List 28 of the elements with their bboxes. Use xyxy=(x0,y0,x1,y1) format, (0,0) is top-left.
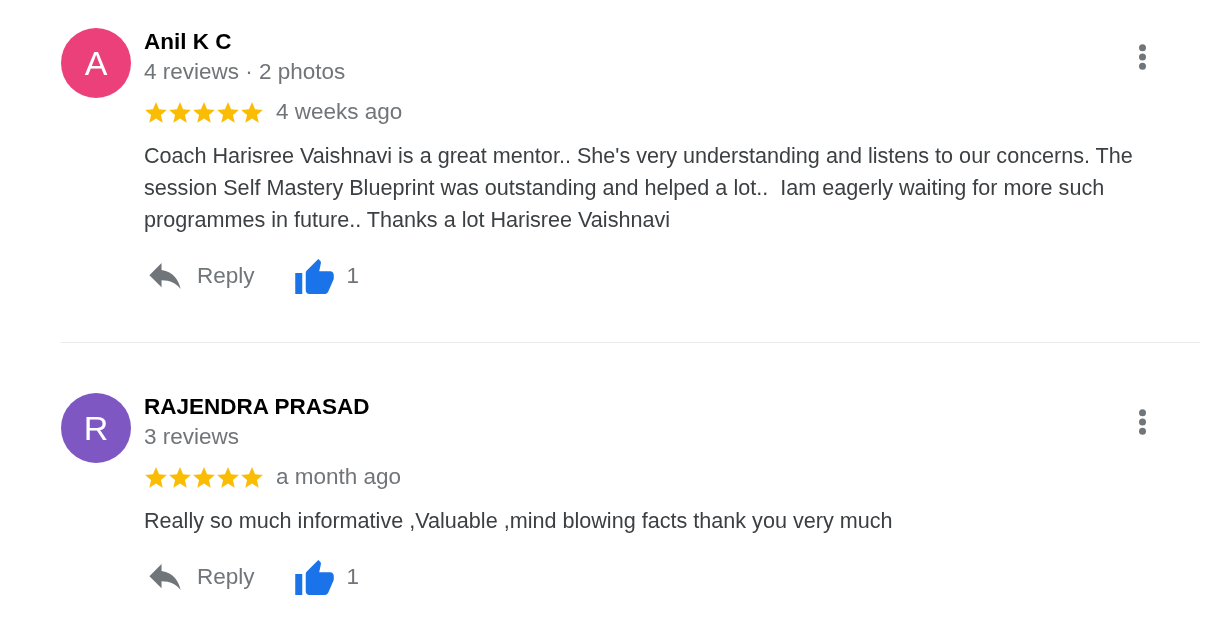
star-icon xyxy=(217,466,239,488)
star-icon xyxy=(145,101,167,123)
review-text: Really so much informative ,Valuable ,mind blowing facts thank you very much xyxy=(144,507,894,535)
like-button[interactable]: 1 xyxy=(294,559,360,595)
star-icon xyxy=(217,101,239,123)
star-icon xyxy=(193,101,215,123)
reply-arrow-icon xyxy=(149,263,181,289)
reviewer-name[interactable]: RAJENDRA PRASAD xyxy=(144,393,370,421)
avatar: R xyxy=(61,393,131,463)
avatar: A xyxy=(61,28,131,98)
reply-button[interactable]: Reply xyxy=(144,263,255,289)
reply-button[interactable]: Reply xyxy=(144,564,255,590)
review-date: a month ago xyxy=(276,463,402,491)
reply-arrow-icon xyxy=(149,564,181,590)
star-icon xyxy=(169,466,191,488)
more-vert-icon xyxy=(1139,44,1146,70)
star-icon xyxy=(169,101,191,123)
star-icon xyxy=(193,466,215,488)
reviewer-stats: 3 reviews xyxy=(144,423,241,451)
review-date: 4 weeks ago xyxy=(276,98,403,126)
like-button[interactable]: 1 xyxy=(294,258,360,294)
reviewer-stats: 4 reviews · 2 photos xyxy=(144,58,346,86)
star-icon xyxy=(145,466,167,488)
star-icon xyxy=(241,466,263,488)
more-vert-icon xyxy=(1139,409,1146,435)
star-icon xyxy=(241,101,263,123)
reviewer-name[interactable]: Anil K C xyxy=(144,28,346,56)
review-text: Coach Harisree Vaishnavi is a great mentor.. She's very understanding and listens to our concerns. The session Self Mastery Blueprint was outstanding and helped a lot.. Iam eagerly waiting for more such programmes in future.. Thanks a lot Harisree Vaishnavi xyxy=(144,142,1134,234)
